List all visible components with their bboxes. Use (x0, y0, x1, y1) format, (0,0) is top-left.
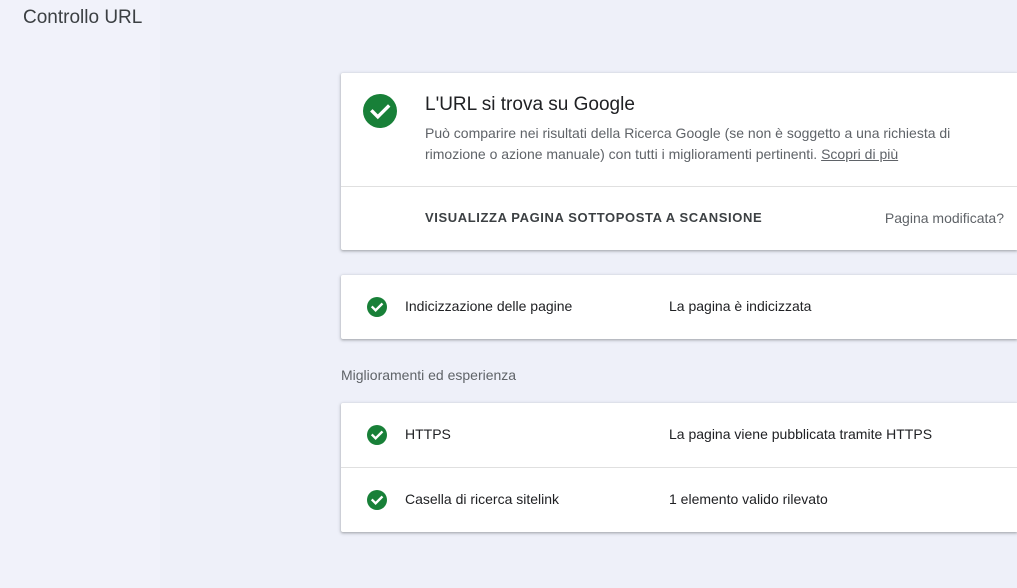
divider (341, 186, 1017, 187)
url-status-card: L'URL si trova su Google Può comparire n… (341, 73, 1017, 250)
page-indexing-card: Indicizzazione delle pagine La pagina è … (341, 275, 1017, 339)
enhancement-row-https[interactable]: HTTPS La pagina viene pubblicata tramite… (341, 403, 1017, 467)
check-circle-icon (367, 425, 387, 445)
indexing-label: Indicizzazione delle pagine (405, 298, 573, 314)
enhancement-value: La pagina viene pubblicata tramite HTTPS (669, 426, 933, 442)
view-crawled-page-button[interactable]: VISUALIZZA PAGINA SOTTOPOSTA A SCANSIONE (425, 210, 762, 225)
check-circle-icon (363, 94, 397, 128)
page-modified-link[interactable]: Pagina modificata? (885, 210, 1004, 226)
enhancements-card: HTTPS La pagina viene pubblicata tramite… (341, 403, 1017, 532)
indexing-row[interactable]: Indicizzazione delle pagine La pagina è … (341, 275, 1017, 339)
check-circle-icon (367, 297, 387, 317)
enhancement-row-sitelinks-searchbox[interactable]: Casella di ricerca sitelink 1 elemento v… (341, 468, 1017, 532)
check-circle-icon (367, 490, 387, 510)
enhancement-value: 1 elemento valido rilevato (669, 491, 828, 507)
enhancement-label: Casella di ricerca sitelink (405, 491, 560, 507)
status-title: L'URL si trova su Google (425, 94, 635, 115)
enhancement-label: HTTPS (405, 426, 451, 442)
indexing-value: La pagina è indicizzata (669, 298, 812, 314)
enhancements-heading: Miglioramenti ed esperienza (341, 367, 517, 383)
status-description: Può comparire nei risultati della Ricerc… (425, 123, 995, 165)
learn-more-link[interactable]: Scopri di più (821, 146, 898, 162)
page-title: Controllo URL (23, 7, 143, 28)
left-panel (0, 0, 160, 588)
